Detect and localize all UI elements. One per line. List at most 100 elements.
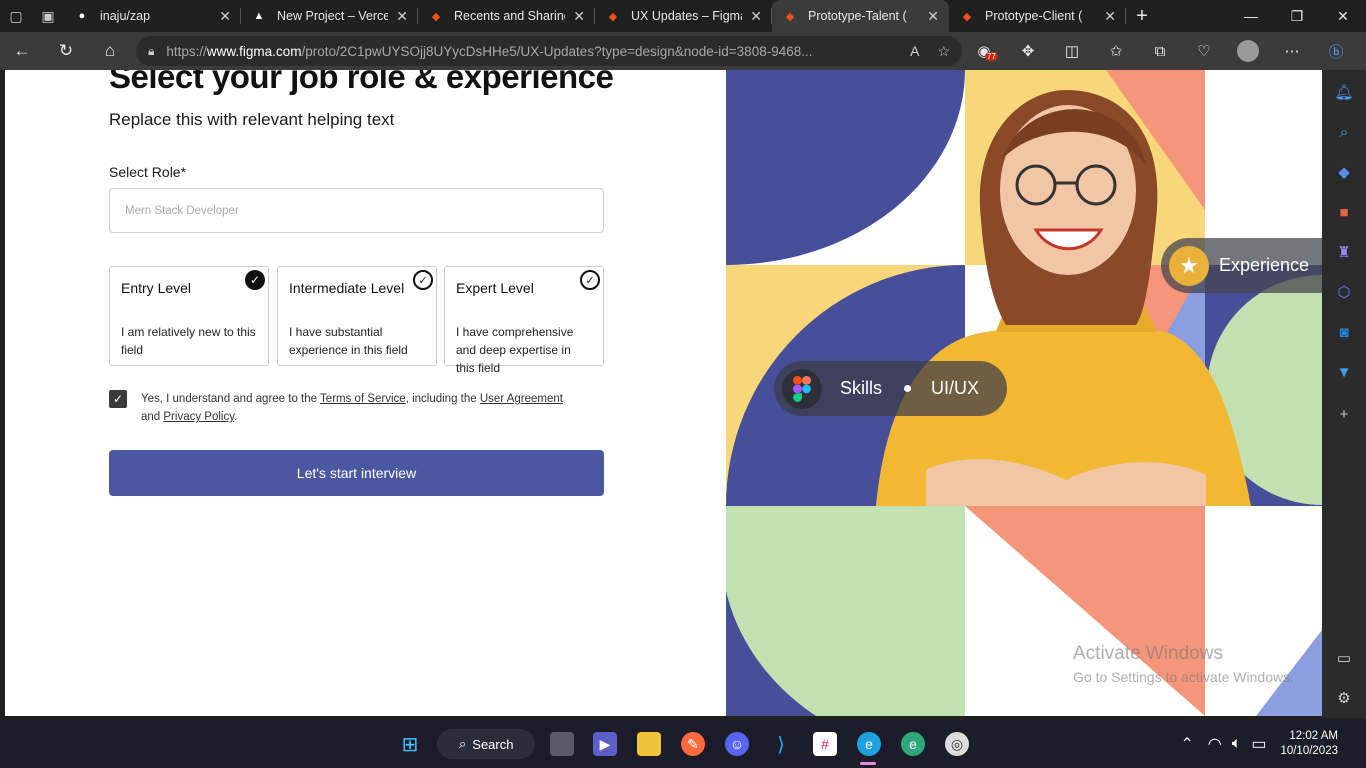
more-menu-icon[interactable]: ⋯	[1270, 42, 1314, 60]
browser-tab[interactable]: ◆ Prototype-Talent (✕	[772, 0, 949, 32]
windows-taskbar: ⊞ ⌕ Search ▶ ✎ ☺ ⟩ # e e ◎ ⌃ ◠ 🔈︎ ▭ 12:02…	[0, 720, 1366, 768]
level-card-intermediate[interactable]: Intermediate Level I have substantial ex…	[277, 266, 437, 366]
browser-tab-bar: ▢ ▣ ● inaju/zap ✕ ▲ New Project – Vercel ✕ ◆ Re…	[0, 0, 1366, 32]
close-tab-icon[interactable]: ✕	[219, 8, 231, 25]
sidebar-settings-icon[interactable]: ⚙	[1334, 688, 1354, 708]
tab-label: Recents and Sharing	[454, 9, 566, 23]
battery-icon[interactable]: ▭	[1251, 734, 1266, 754]
close-tab-icon[interactable]: ✕	[573, 8, 585, 25]
agree-checkbox[interactable]: ✓	[109, 390, 127, 408]
level-description: I have comprehensive and deep expertise …	[456, 325, 574, 375]
read-aloud-icon[interactable]: A	[910, 43, 919, 59]
url-text[interactable]: https://www.figma.com/proto/2C1pwUYSOjj8…	[166, 44, 892, 59]
search-label: Search	[472, 736, 514, 752]
outlook-icon[interactable]: ◙	[1334, 322, 1354, 342]
check-circle-outline-icon: ✓	[580, 270, 600, 290]
drop-icon[interactable]: ▼	[1334, 362, 1354, 382]
browser-tab[interactable]: ● inaju/zap ✕	[64, 0, 241, 32]
collections-icon[interactable]: ⧉	[1138, 43, 1182, 60]
ubuntu-app-icon[interactable]: ◎	[945, 732, 969, 756]
windows-start-icon[interactable]: ⊞	[398, 732, 422, 756]
select-role-field[interactable]: Mern Stack Developer	[109, 188, 604, 233]
experience-badge: ★ Experience	[1161, 238, 1322, 293]
agree-mid: , including the	[405, 393, 477, 405]
favorites-icon[interactable]: ✩	[1094, 42, 1138, 60]
figma-logo-icon	[782, 368, 822, 409]
tab-label: New Project – Vercel	[277, 9, 389, 23]
extensions-icon[interactable]: ✥	[1006, 42, 1050, 60]
edge-icon[interactable]: e	[857, 732, 881, 756]
discord-icon[interactable]: ☺	[725, 732, 749, 756]
user-agreement-link[interactable]: User Agreement	[480, 393, 563, 405]
address-bar[interactable]: 🔒︎ https://www.figma.com/proto/2C1pwUYSO…	[136, 36, 962, 66]
browser-tab[interactable]: ◆ UX Updates – Figma ✕	[595, 0, 772, 32]
tab-label: Prototype-Talent (	[808, 9, 907, 23]
profile-button[interactable]	[1226, 40, 1270, 62]
workspaces-icon[interactable]: ▢	[0, 0, 32, 32]
window-controls: — ❐ ✕	[1228, 8, 1366, 25]
microsoft-365-icon[interactable]: ⬡	[1334, 282, 1354, 302]
postman-icon[interactable]: ✎	[681, 732, 705, 756]
show-hidden-icons-chevron-icon[interactable]: ⌃	[1180, 734, 1193, 754]
agree-end: .	[234, 411, 238, 423]
job-role-form-panel: Select your job role & experience Replac…	[5, 70, 726, 716]
browser-tab[interactable]: ◆ Prototype-Client (✕	[949, 0, 1126, 32]
start-interview-button[interactable]: Let's start interview	[109, 450, 604, 496]
edge-beta-icon[interactable]: e	[901, 732, 925, 756]
lock-icon[interactable]: 🔒︎	[148, 44, 154, 59]
browser-essentials-icon[interactable]: ♡	[1182, 42, 1226, 60]
level-card-expert[interactable]: Expert Level I have comprehensive and de…	[444, 266, 604, 375]
extension-badge: 77	[985, 52, 998, 61]
privacy-policy-link[interactable]: Privacy Policy	[163, 411, 234, 423]
tools-icon[interactable]: ■	[1334, 202, 1354, 222]
terms-of-service-link[interactable]: Terms of Service	[320, 393, 406, 405]
hide-sidebar-icon[interactable]: ▭	[1334, 648, 1354, 668]
search-icon: ⌕	[459, 736, 467, 751]
level-description: I have substantial experience in this fi…	[289, 325, 408, 357]
level-card-entry[interactable]: Entry Level I am relatively new to this …	[109, 266, 269, 366]
slack-icon[interactable]: #	[813, 732, 837, 756]
file-explorer-icon[interactable]	[637, 732, 661, 756]
games-icon[interactable]: ♜	[1334, 242, 1354, 262]
level-name: Intermediate Level	[289, 280, 405, 296]
shopping-tag-icon[interactable]: ◆	[1334, 162, 1354, 182]
agree-and: and	[141, 411, 161, 423]
vscode-icon[interactable]: ⟩	[769, 732, 793, 756]
search-icon[interactable]: ⌕	[1334, 122, 1354, 142]
wifi-icon[interactable]: ◠	[1208, 734, 1222, 754]
notification-bell-icon[interactable]: 🔔︎	[1334, 82, 1354, 102]
close-window-button[interactable]: ✕	[1320, 8, 1366, 25]
taskbar-search-box[interactable]: ⌕ Search	[437, 729, 535, 759]
skills-label: Skills	[840, 378, 883, 398]
volume-icon[interactable]: 🔈︎	[1232, 735, 1242, 753]
page-title: Select your job role & experience	[109, 70, 614, 95]
refresh-button[interactable]: ↻	[44, 41, 88, 61]
home-button[interactable]: ⌂	[88, 41, 132, 61]
restore-button[interactable]: ❐	[1274, 8, 1320, 25]
task-view-icon[interactable]	[550, 732, 574, 756]
watermark-line1: Activate Windows	[1073, 643, 1223, 664]
clock[interactable]: 12:02 AM 10/10/2023	[1280, 729, 1338, 759]
tab-strip: ● inaju/zap ✕ ▲ New Project – Vercel ✕ ◆ Recent…	[64, 0, 1126, 32]
close-tab-icon[interactable]: ✕	[1104, 8, 1116, 25]
close-tab-icon[interactable]: ✕	[396, 8, 408, 25]
browser-tab[interactable]: ▲ New Project – Vercel ✕	[241, 0, 418, 32]
close-tab-icon[interactable]: ✕	[927, 8, 939, 25]
back-button[interactable]: ←	[0, 41, 44, 61]
extension-button[interactable]: ◉ 77	[962, 42, 1006, 61]
new-tab-button[interactable]: +	[1126, 5, 1158, 28]
teams-icon[interactable]: ▶	[593, 732, 617, 756]
minimize-button[interactable]: —	[1228, 8, 1274, 25]
copilot-icon[interactable]: ⓑ	[1314, 41, 1358, 62]
favorite-star-icon[interactable]: ☆	[937, 43, 950, 60]
close-tab-icon[interactable]: ✕	[750, 8, 762, 25]
tab-actions-icon[interactable]: ▣	[32, 0, 64, 32]
check-circle-outline-icon: ✓	[413, 270, 433, 290]
activate-windows-watermark: Activate Windows Go to Settings to activ…	[1073, 643, 1294, 685]
select-role-label: Select Role*	[109, 164, 187, 180]
address-toolbar: ← ↻ ⌂ 🔒︎ https://www.figma.com/proto/2C1…	[0, 32, 1366, 70]
browser-tab[interactable]: ◆ Recents and Sharing ✕	[418, 0, 595, 32]
add-sidebar-app-icon[interactable]: +	[1334, 404, 1354, 424]
system-tray: ⌃ ◠ 🔈︎ ▭ 12:02 AM 10/10/2023	[1180, 720, 1366, 768]
split-screen-icon[interactable]: ◫	[1050, 42, 1094, 60]
